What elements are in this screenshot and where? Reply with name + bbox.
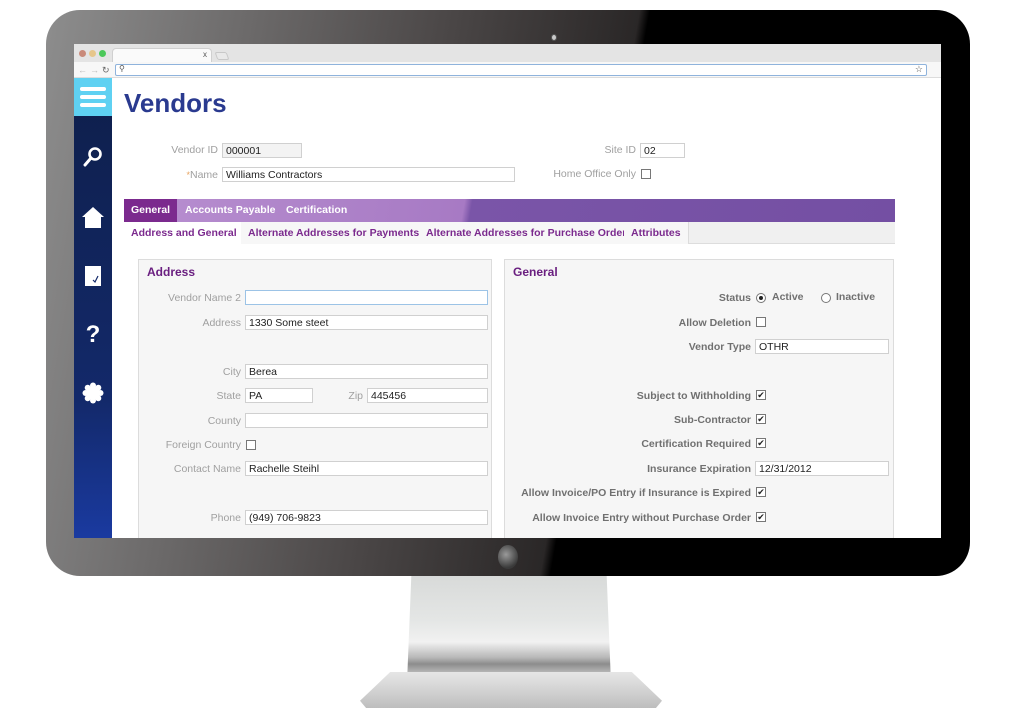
tab-certification[interactable]: Certification xyxy=(279,199,354,222)
page-title: Vendors xyxy=(124,88,227,118)
sub-contractor-label: Sub-Contractor xyxy=(674,414,751,426)
subject-to-withholding-checkbox[interactable]: ✔ xyxy=(756,390,766,400)
sidebar-item-documents[interactable] xyxy=(74,261,112,291)
status-active-radio[interactable] xyxy=(756,293,766,303)
hamburger-icon xyxy=(80,103,106,107)
browser-toolbar: ← → ↻ ⚲ ☆ xyxy=(74,62,941,78)
camera xyxy=(551,34,557,41)
subtab-address-and-general[interactable]: Address and General xyxy=(124,222,245,244)
contact-name-field[interactable]: Rachelle Steihl xyxy=(245,461,488,476)
sidebar-item-settings[interactable] xyxy=(74,378,112,408)
sidebar-item-home[interactable] xyxy=(74,202,112,232)
vendor-id-field[interactable]: 000001 xyxy=(222,143,302,158)
address-field[interactable]: 1330 Some steet xyxy=(245,315,488,330)
browser-tabstrip: x xyxy=(74,44,941,62)
zip-label: Zip xyxy=(348,390,363,402)
monitor-stand-foot xyxy=(360,672,662,708)
home-icon xyxy=(82,207,104,228)
vendor-type-label: Vendor Type xyxy=(688,341,751,353)
subtab-alternate-addresses-payments[interactable]: Alternate Addresses for Payments xyxy=(241,222,428,244)
general-panel-title: General xyxy=(513,265,558,279)
contact-name-label: Contact Name xyxy=(173,463,241,475)
home-office-only-checkbox[interactable] xyxy=(641,169,651,179)
status-label: Status xyxy=(718,292,751,304)
zip-field[interactable]: 445456 xyxy=(367,388,488,403)
allow-invoice-without-po-checkbox[interactable]: ✔ xyxy=(756,512,766,522)
name-label: *Name xyxy=(132,169,218,181)
allow-invoice-po-expired-label: Allow Invoice/PO Entry if Insurance is E… xyxy=(521,487,751,499)
reload-icon[interactable]: ↻ xyxy=(102,64,110,76)
allow-invoice-without-po-label: Allow Invoice Entry without Purchase Ord… xyxy=(532,512,751,524)
state-label: State xyxy=(216,390,241,402)
bookmark-star-icon[interactable]: ☆ xyxy=(915,64,923,75)
status-active-label[interactable]: Active xyxy=(772,291,804,303)
screen: x ← → ↻ ⚲ ☆ ? Vendors Vendor ID 000001 *… xyxy=(74,44,941,538)
address-panel: Address Vendor Name 2 Address 1330 Some … xyxy=(138,259,492,538)
city-label: City xyxy=(222,366,241,378)
allow-deletion-checkbox[interactable] xyxy=(756,317,766,327)
main-content: Vendors Vendor ID 000001 *Name Williams … xyxy=(112,78,941,538)
foreign-country-label: Foreign Country xyxy=(165,439,241,451)
foreign-country-checkbox[interactable] xyxy=(246,440,256,450)
sidebar-item-help[interactable]: ? xyxy=(74,320,112,350)
gear-icon xyxy=(82,382,104,404)
forward-icon[interactable]: → xyxy=(90,64,99,76)
window-maximize-button[interactable] xyxy=(99,50,106,57)
certification-required-label: Certification Required xyxy=(641,438,751,450)
vendor-name-2-field[interactable] xyxy=(245,290,488,305)
monitor-stand xyxy=(406,576,612,686)
vendor-id-label: Vendor ID xyxy=(171,144,218,156)
general-panel: General Status Active Inactive Allow Del… xyxy=(504,259,894,538)
insurance-expiration-label: Insurance Expiration xyxy=(647,463,751,475)
insurance-expiration-field[interactable]: 12/31/2012 xyxy=(755,461,889,476)
county-field[interactable] xyxy=(245,413,488,428)
status-inactive-radio[interactable] xyxy=(821,293,831,303)
site-id-field[interactable]: 02 xyxy=(640,143,685,158)
subject-to-withholding-label: Subject to Withholding xyxy=(636,390,751,402)
main-tab-bar: General Accounts Payable Certification xyxy=(124,199,895,222)
state-field[interactable]: PA xyxy=(245,388,313,403)
sub-tab-bar: Address and General Alternate Addresses … xyxy=(124,222,895,244)
window-minimize-button[interactable] xyxy=(89,50,96,57)
address-panel-title: Address xyxy=(147,265,196,279)
vendor-name-2-label: Vendor Name 2 xyxy=(168,292,241,304)
hamburger-menu-button[interactable] xyxy=(74,78,112,116)
help-icon: ? xyxy=(85,321,101,348)
monitor-mockup: x ← → ↻ ⚲ ☆ ? Vendors Vendor ID 000001 *… xyxy=(0,0,1014,725)
address-bar[interactable]: ⚲ ☆ xyxy=(115,64,927,76)
certification-required-checkbox[interactable]: ✔ xyxy=(756,438,766,448)
window-close-button[interactable] xyxy=(79,50,86,57)
document-check-icon xyxy=(85,266,101,286)
county-label: County xyxy=(207,415,241,427)
site-id-label: Site ID xyxy=(604,144,636,156)
home-office-only-label: Home Office Only xyxy=(553,168,636,180)
tab-accounts-payable[interactable]: Accounts Payable xyxy=(178,199,282,222)
allow-invoice-po-expired-checkbox[interactable]: ✔ xyxy=(756,487,766,497)
monitor-logo xyxy=(498,545,518,569)
hamburger-icon xyxy=(80,87,106,91)
back-icon[interactable]: ← xyxy=(78,64,87,76)
search-icon: ⚲ xyxy=(119,64,125,73)
name-label-text: Name xyxy=(189,169,218,181)
sub-contractor-checkbox[interactable]: ✔ xyxy=(756,414,766,424)
tab-close-icon[interactable]: x xyxy=(203,50,207,59)
app-sidebar: ? xyxy=(74,78,112,538)
status-inactive-label[interactable]: Inactive xyxy=(836,291,875,303)
subtab-attributes[interactable]: Attributes xyxy=(624,222,689,244)
name-field[interactable]: Williams Contractors xyxy=(222,167,515,182)
address-label: Address xyxy=(202,317,241,329)
allow-deletion-label: Allow Deletion xyxy=(678,317,751,329)
new-tab-button[interactable] xyxy=(214,52,230,60)
vendor-type-field[interactable]: OTHR xyxy=(755,339,889,354)
subtab-alternate-addresses-po[interactable]: Alternate Addresses for Purchase Order xyxy=(419,222,635,244)
tab-general[interactable]: General xyxy=(124,199,178,222)
phone-field[interactable]: (949) 706-9823 xyxy=(245,510,488,525)
hamburger-icon xyxy=(80,95,106,99)
city-field[interactable]: Berea xyxy=(245,364,488,379)
sidebar-item-search[interactable] xyxy=(74,142,112,172)
phone-label: Phone xyxy=(210,512,241,524)
browser-tab[interactable]: x xyxy=(112,48,212,62)
search-icon xyxy=(83,147,102,167)
